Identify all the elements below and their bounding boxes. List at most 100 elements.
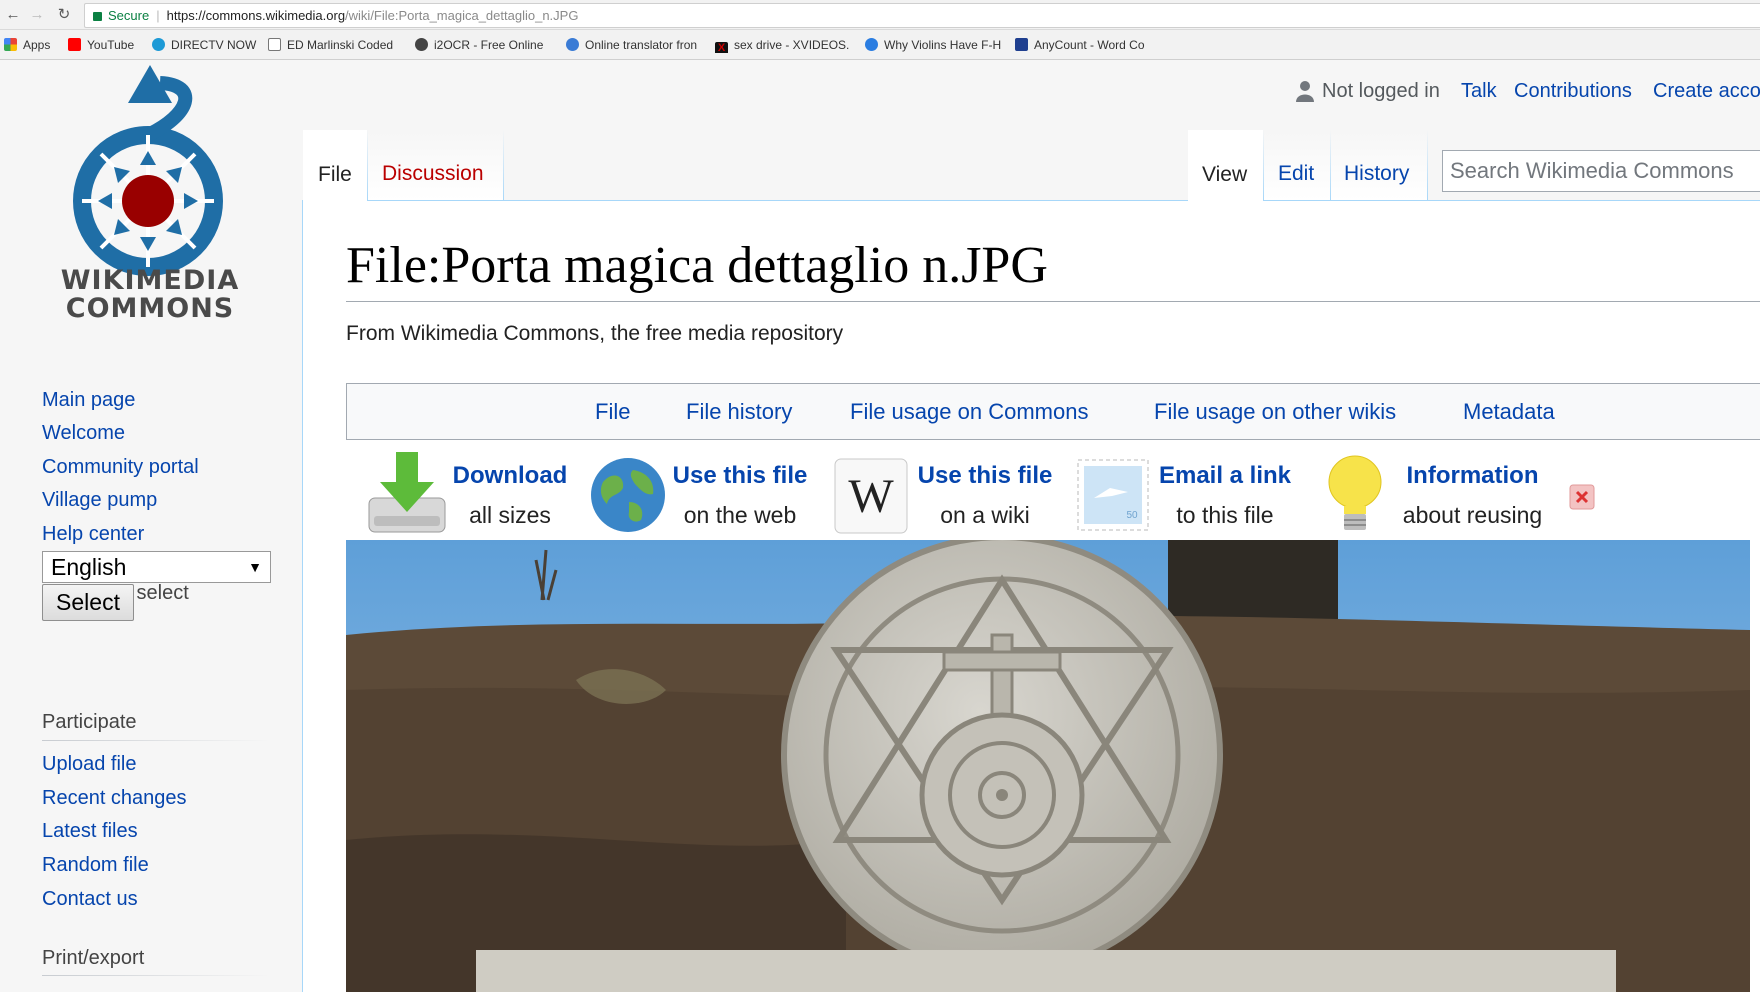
dropdown-arrow-icon: ▼ <box>248 559 262 575</box>
information-sub[interactable]: about reusing <box>1390 502 1555 529</box>
tab-view-label: View <box>1202 163 1248 186</box>
email-link-sub[interactable]: to this file <box>1150 502 1300 529</box>
talk-link[interactable]: Talk <box>1461 80 1497 103</box>
bookmark-label: Why Violins Have F-H <box>884 38 1002 52</box>
bookmark-label: AnyCount - Word Co <box>1034 38 1145 52</box>
email-stamp-icon[interactable]: 50 <box>1076 458 1150 532</box>
bookmark-label: YouTube <box>87 38 135 52</box>
download-title[interactable]: Download <box>450 462 570 490</box>
contributions-link[interactable]: Contributions <box>1514 80 1632 103</box>
bookmark-apps[interactable]: Apps <box>4 37 60 53</box>
bookmark-i2ocr[interactable]: i2OCR - Free Online <box>415 37 551 53</box>
tab-edit[interactable]: Edit <box>1264 130 1330 201</box>
site-tagline: From Wikimedia Commons, the free media r… <box>346 322 844 345</box>
toc-file[interactable]: File <box>595 399 630 425</box>
use-wiki-sub[interactable]: on a wiki <box>910 502 1060 529</box>
participate-divider <box>42 740 270 741</box>
close-icon[interactable] <box>1569 484 1595 510</box>
download-icon[interactable] <box>366 450 448 536</box>
search-input[interactable]: Search Wikimedia Commons <box>1442 150 1760 192</box>
bookmarks-bar: Apps YouTube DIRECTV NOW ED Marlinski Co… <box>0 30 1760 60</box>
use-web-title[interactable]: Use this file <box>665 462 815 490</box>
tab-divider <box>1427 130 1428 201</box>
participate-heading: Participate <box>42 711 137 733</box>
bookmark-youtube[interactable]: YouTube <box>68 37 146 53</box>
address-bar[interactable]: Secure | https://commons.wikimedia.org/wik… <box>84 3 1760 28</box>
title-divider <box>346 301 1760 302</box>
sidebar-item-contact-us[interactable]: Contact us <box>42 888 138 911</box>
sidebar-item-recent-changes[interactable]: Recent changes <box>42 787 187 810</box>
file-image[interactable] <box>346 540 1750 992</box>
sidebar-item-latest-files[interactable]: Latest files <box>42 820 138 843</box>
email-link-title[interactable]: Email a link <box>1150 462 1300 490</box>
sidebar-item-upload-file[interactable]: Upload file <box>42 753 137 776</box>
svg-text:W: W <box>848 470 894 523</box>
sidebar-item-random-file[interactable]: Random file <box>42 854 149 877</box>
language-value: English <box>51 554 127 580</box>
bookmark-label: ED Marlinski Coded <box>287 38 394 52</box>
translator-icon <box>566 38 579 51</box>
toc-file-usage-commons[interactable]: File usage on Commons <box>850 399 1088 425</box>
download-sub[interactable]: all sizes <box>450 502 570 529</box>
lightbulb-icon[interactable] <box>1326 454 1384 536</box>
bookmark-xvideos[interactable]: Xsex drive - XVIDEOS.C <box>715 37 850 53</box>
tab-history-label: History <box>1344 162 1410 185</box>
xvideos-icon: X <box>715 42 728 53</box>
tab-discussion-label: Discussion <box>382 162 484 185</box>
youtube-icon <box>68 38 81 51</box>
bookmark-translator[interactable]: Online translator fron <box>566 37 702 53</box>
bookmark-label: Online translator fron <box>585 38 698 52</box>
print-export-divider <box>42 975 270 976</box>
tab-discussion[interactable]: Discussion <box>368 130 503 201</box>
create-account-link[interactable]: Create account <box>1653 80 1760 103</box>
tab-file-label: File <box>318 163 352 186</box>
sidebar-item-help-center[interactable]: Help center <box>42 523 144 546</box>
bookmark-directv[interactable]: DIRECTV NOW <box>152 37 264 53</box>
browser-toolbar: ← → ↻ Secure | https://commons.wikimedia.o… <box>0 0 1760 30</box>
wikipedia-w-icon[interactable]: W <box>834 458 908 534</box>
tab-history[interactable]: History <box>1331 130 1427 201</box>
logo-text-wikimedia: WIKIMEDIA <box>60 265 240 296</box>
bookmark-label: sex drive - XVIDEOS.C <box>734 38 850 52</box>
directv-icon <box>152 38 165 51</box>
toc-file-usage-other-wikis[interactable]: File usage on other wikis <box>1154 399 1396 425</box>
bookmark-ed-marlinski[interactable]: ED Marlinski Coded <box>268 37 398 53</box>
lock-icon <box>93 12 102 21</box>
tab-view[interactable]: View <box>1188 130 1263 201</box>
use-web-sub[interactable]: on the web <box>665 502 815 529</box>
use-wiki-title[interactable]: Use this file <box>910 462 1060 490</box>
reload-icon[interactable]: ↻ <box>54 5 74 25</box>
bookmark-label: i2OCR - Free Online <box>434 38 544 52</box>
print-export-heading: Print/export <box>42 947 145 969</box>
svg-text:50: 50 <box>1126 510 1138 521</box>
user-icon <box>1296 81 1314 102</box>
url-host: https://commons.wikimedia.org <box>166 8 346 23</box>
sidebar-item-community-portal[interactable]: Community portal <box>42 456 199 479</box>
apps-grid-icon <box>4 38 17 51</box>
language-dropdown[interactable]: English ▼ <box>42 551 271 583</box>
tab-file[interactable]: File <box>303 130 367 201</box>
toc-metadata[interactable]: Metadata <box>1463 399 1555 425</box>
forward-arrow-icon[interactable]: → <box>27 5 47 25</box>
wikimedia-commons-logo[interactable]: WIKIMEDIA COMMONS <box>50 65 250 355</box>
sidebar-item-village-pump[interactable]: Village pump <box>42 489 157 512</box>
sidebar-item-main-page[interactable]: Main page <box>42 389 135 412</box>
page-icon <box>268 38 281 51</box>
bookmark-anycount[interactable]: AnyCount - Word Co <box>1015 37 1150 53</box>
tab-edit-label: Edit <box>1278 162 1315 185</box>
anycount-icon <box>1015 38 1028 51</box>
i2ocr-icon <box>415 38 428 51</box>
not-logged-in: Not logged in <box>1322 80 1440 102</box>
violin-site-icon <box>865 38 878 51</box>
select-button[interactable]: Select <box>42 584 134 621</box>
bookmark-label: Apps <box>23 38 51 52</box>
information-title[interactable]: Information <box>1390 462 1555 490</box>
globe-icon[interactable] <box>589 456 667 534</box>
tab-divider <box>503 130 504 201</box>
back-arrow-icon[interactable]: ← <box>3 5 23 25</box>
toc-file-history[interactable]: File history <box>686 399 792 425</box>
sidebar-item-welcome[interactable]: Welcome <box>42 422 125 445</box>
bookmark-violins[interactable]: Why Violins Have F-H <box>865 37 1003 53</box>
page-title: File:Porta magica dettaglio n.JPG <box>346 237 1048 294</box>
logo-text-commons: COMMONS <box>65 293 235 324</box>
